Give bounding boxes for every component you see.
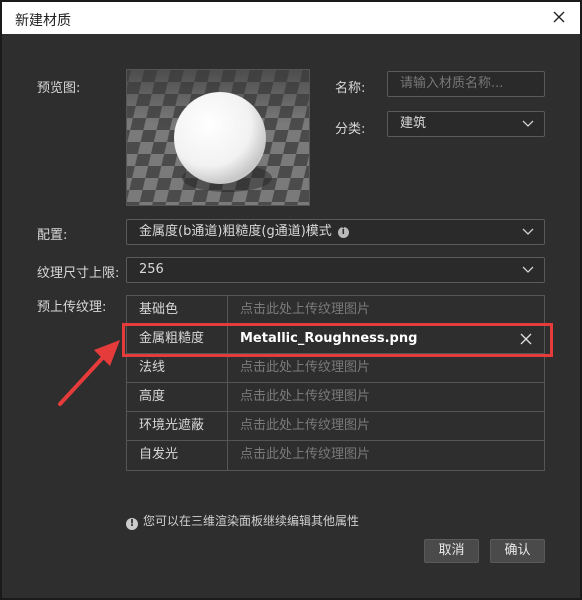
texture-name: 高度 (127, 383, 228, 411)
category-label: 分类: (335, 122, 366, 137)
config-label: 配置: (37, 228, 68, 243)
upload-texture-slot[interactable]: 点击此处上传纹理图片 (228, 383, 544, 411)
config-value: 金属度(b通道)粗糙度(g通道)模式 (139, 224, 332, 239)
texture-name: 法线 (127, 354, 228, 382)
chevron-down-icon (522, 228, 534, 235)
info-icon[interactable]: i (337, 227, 349, 238)
category-select[interactable]: 建筑 (387, 111, 545, 137)
texture-table: 基础色 点击此处上传纹理图片 金属粗糙度 Metallic_Roughness.… (126, 295, 545, 471)
texture-name: 金属粗糙度 (127, 325, 228, 353)
upload-texture-slot[interactable]: 点击此处上传纹理图片 (228, 354, 544, 382)
preupload-label: 预上传纹理: (37, 300, 107, 315)
material-name-input[interactable]: 请输入材质名称... (387, 71, 545, 97)
texture-name: 环境光遮蔽 (127, 412, 228, 440)
remove-icon[interactable] (520, 333, 532, 345)
texture-limit-value: 256 (139, 262, 164, 277)
chevron-down-icon (522, 266, 534, 273)
uploaded-texture-file[interactable]: Metallic_Roughness.png (228, 325, 544, 353)
upload-texture-slot[interactable]: 点击此处上传纹理图片 (228, 296, 544, 324)
dialog-title: 新建材质 (15, 13, 71, 29)
hint-text: 您可以在三维渲染面板继续编辑其他属性 (143, 514, 360, 528)
cancel-button[interactable]: 取消 (424, 539, 479, 563)
upload-texture-slot[interactable]: 点击此处上传纹理图片 (228, 412, 544, 440)
name-label: 名称: (335, 81, 366, 96)
texture-row-height: 高度 点击此处上传纹理图片 (127, 383, 544, 412)
material-name-placeholder: 请输入材质名称... (400, 76, 504, 91)
confirm-button[interactable]: 确认 (490, 539, 545, 563)
texture-row-ambient-occlusion: 环境光遮蔽 点击此处上传纹理图片 (127, 412, 544, 441)
texture-limit-label: 纹理尺寸上限: (37, 266, 120, 281)
category-value: 建筑 (400, 116, 427, 131)
config-select[interactable]: 金属度(b通道)粗糙度(g通道)模式 i (126, 219, 545, 245)
exclamation-icon: ! (126, 518, 138, 530)
annotation-arrow-icon (58, 340, 120, 406)
material-preview-image (126, 69, 310, 206)
texture-row-base-color: 基础色 点击此处上传纹理图片 (127, 296, 544, 325)
hint-note: ! 您可以在三维渲染面板继续编辑其他属性 (126, 512, 359, 530)
texture-row-emissive: 自发光 点击此处上传纹理图片 (127, 441, 544, 470)
texture-name: 基础色 (127, 296, 228, 324)
texture-row-normal: 法线 点击此处上传纹理图片 (127, 354, 544, 383)
texture-limit-select[interactable]: 256 (126, 257, 545, 283)
close-icon[interactable] (550, 8, 568, 26)
preview-label: 预览图: (37, 81, 81, 96)
upload-texture-slot[interactable]: 点击此处上传纹理图片 (228, 441, 544, 470)
title-bar: 新建材质 (2, 2, 580, 34)
texture-row-metal-roughness: 金属粗糙度 Metallic_Roughness.png (127, 325, 544, 354)
chevron-down-icon (522, 120, 534, 127)
new-material-dialog: 新建材质 预览图: 名称: 请输入材质名称... 分类: 建筑 配置: 金属度(… (0, 0, 582, 600)
texture-name: 自发光 (127, 441, 228, 470)
